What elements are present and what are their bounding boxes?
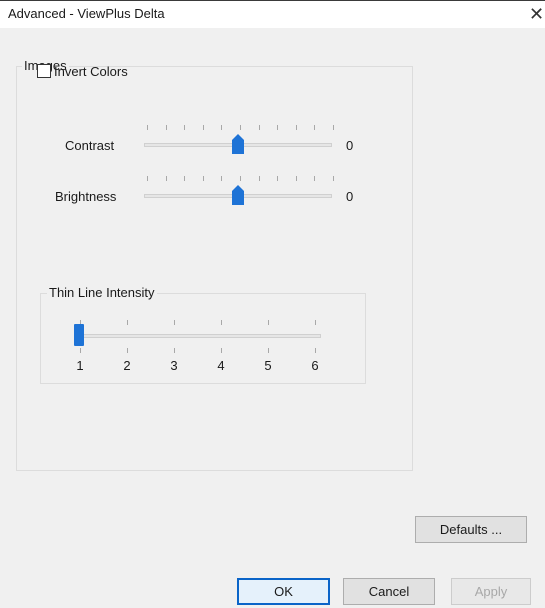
brightness-label: Brightness — [55, 189, 117, 204]
close-icon[interactable]: ✕ — [529, 3, 545, 25]
slider-tick — [221, 176, 222, 181]
slider-tick — [333, 176, 334, 181]
slider-tick — [203, 176, 204, 181]
thin-line-level-label: 1 — [76, 358, 84, 373]
thin-line-group-caption: Thin Line Intensity — [47, 285, 157, 300]
slider-tick — [184, 125, 185, 130]
thin-line-tick-lower — [268, 348, 269, 353]
slider-tick — [259, 125, 260, 130]
window-title: Advanced - ViewPlus Delta — [8, 6, 165, 21]
thin-line-tick-lower — [80, 348, 81, 353]
slider-tick — [166, 176, 167, 181]
defaults-button[interactable]: Defaults ... — [415, 516, 527, 543]
brightness-ticks — [147, 176, 334, 182]
thin-line-slider-track[interactable] — [75, 334, 321, 338]
slider-tick — [240, 176, 241, 181]
slider-tick — [277, 125, 278, 130]
slider-tick — [147, 125, 148, 130]
slider-tick — [333, 125, 334, 130]
slider-tick — [296, 176, 297, 181]
slider-tick — [296, 125, 297, 130]
thin-line-level-label: 5 — [264, 358, 272, 373]
ok-button[interactable]: OK — [237, 578, 330, 605]
thin-line-ticks — [80, 320, 320, 326]
slider-tick — [240, 125, 241, 130]
contrast-slider-thumb[interactable] — [232, 134, 244, 154]
slider-tick — [166, 125, 167, 130]
thin-line-level-label: 3 — [170, 358, 178, 373]
contrast-ticks — [147, 125, 334, 131]
apply-button[interactable]: Apply — [451, 578, 531, 605]
thin-line-tick-lower — [221, 348, 222, 353]
invert-colors-checkbox-box[interactable] — [37, 64, 51, 78]
thin-line-level-label: 4 — [217, 358, 225, 373]
slider-tick — [314, 176, 315, 181]
contrast-value: 0 — [346, 138, 354, 153]
title-bar[interactable]: Advanced - ViewPlus Delta ✕ — [0, 0, 545, 29]
slider-tick — [277, 176, 278, 181]
brightness-value: 0 — [346, 189, 354, 204]
thin-line-slider-thumb[interactable] — [74, 324, 84, 346]
slider-tick — [314, 125, 315, 130]
thin-line-level-label: 6 — [311, 358, 319, 373]
thin-line-tick — [174, 320, 175, 325]
slider-tick — [221, 125, 222, 130]
thin-line-tick-lower — [127, 348, 128, 353]
thin-line-tick — [268, 320, 269, 325]
thin-line-tick-lower — [174, 348, 175, 353]
invert-colors-checkbox[interactable]: Invert Colors — [37, 62, 128, 80]
thin-line-level-label: 2 — [123, 358, 131, 373]
slider-tick — [147, 176, 148, 181]
slider-tick — [259, 176, 260, 181]
slider-tick — [184, 176, 185, 181]
invert-colors-label: Invert Colors — [54, 63, 128, 79]
brightness-slider-thumb[interactable] — [232, 185, 244, 205]
thin-line-tick — [315, 320, 316, 325]
cancel-button[interactable]: Cancel — [343, 578, 435, 605]
thin-line-tick — [221, 320, 222, 325]
thin-line-tick-lower — [315, 348, 316, 353]
thin-line-tick — [127, 320, 128, 325]
slider-tick — [203, 125, 204, 130]
contrast-label: Contrast — [65, 138, 115, 153]
